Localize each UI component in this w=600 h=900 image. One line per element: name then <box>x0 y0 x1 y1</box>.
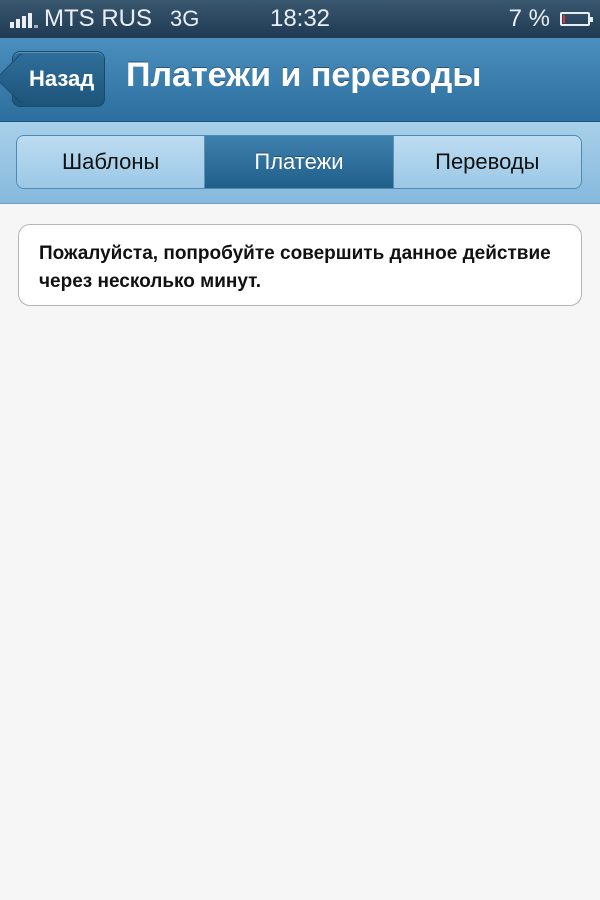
segment-transfers[interactable]: Переводы <box>393 136 581 188</box>
page-title: Платежи и переводы <box>126 56 482 94</box>
carrier-name: MTS RUS <box>44 5 152 32</box>
segmented-control: Шаблоны Платежи Переводы <box>16 135 582 189</box>
message-text: Пожалуйста, попробуйте совершить данное … <box>39 243 551 292</box>
battery-icon <box>560 12 593 26</box>
battery-level-fill <box>563 15 565 23</box>
message-card: Пожалуйста, попробуйте совершить данное … <box>18 224 582 306</box>
segment-payments[interactable]: Платежи <box>205 136 394 188</box>
network-type: 3G <box>170 6 200 31</box>
signal-strength-icon <box>10 10 38 28</box>
back-button[interactable]: Назад <box>0 51 106 107</box>
back-button-label: Назад <box>29 66 95 91</box>
segment-templates[interactable]: Шаблоны <box>17 136 206 188</box>
phone-screen: MTS RUS 3G 18:32 7 % Назад Платежи и пер… <box>0 0 600 900</box>
battery-status: 7 % <box>508 5 593 33</box>
navigation-bar: Назад Платежи и переводы <box>0 38 600 122</box>
segment-toolbar: Шаблоны Платежи Переводы <box>0 122 600 204</box>
battery-percent: 7 % <box>508 5 550 32</box>
status-bar: MTS RUS 3G 18:32 7 % <box>0 0 600 38</box>
